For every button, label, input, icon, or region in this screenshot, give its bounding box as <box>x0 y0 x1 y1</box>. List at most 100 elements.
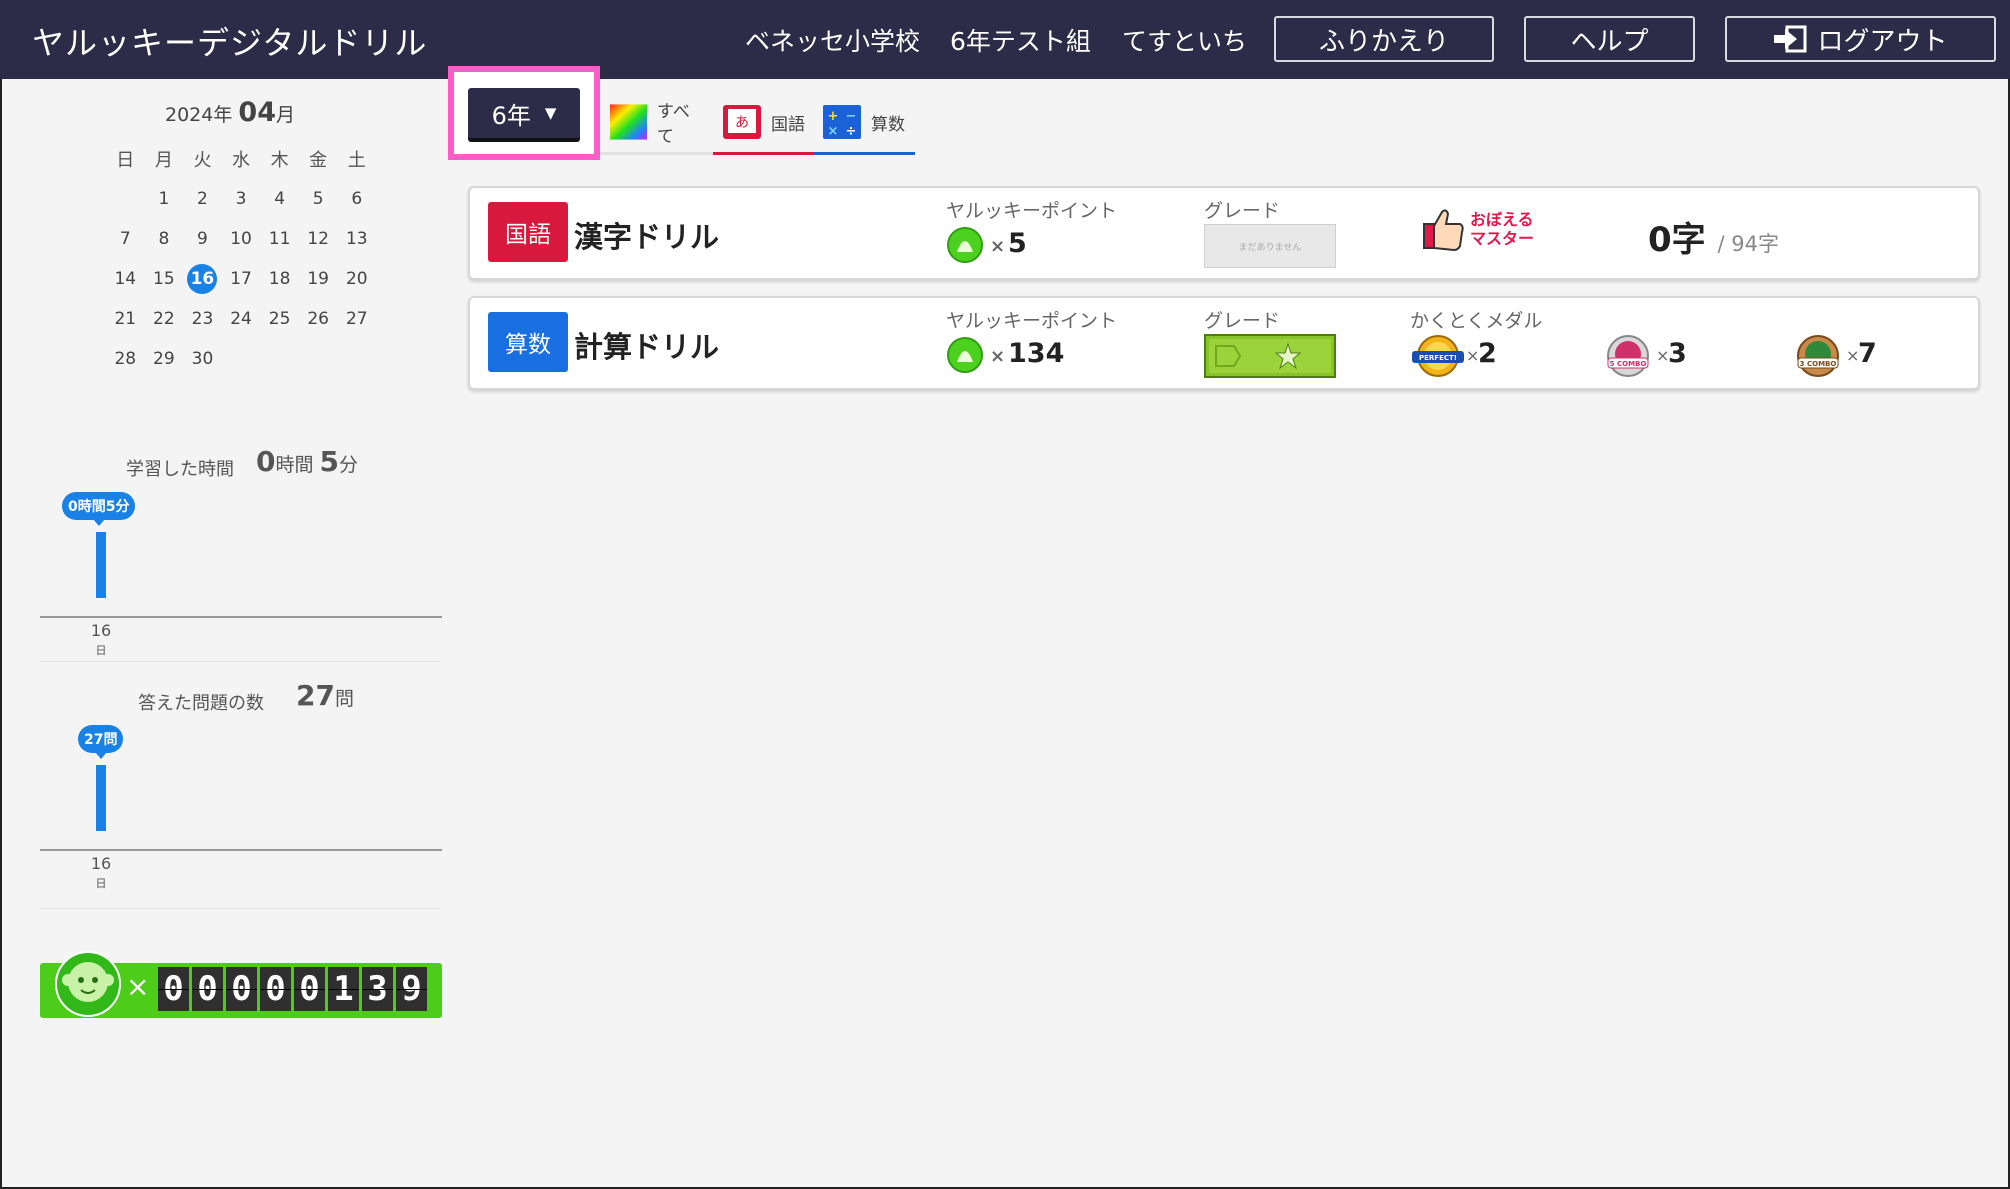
calendar-week-row: 1 2 3 4 5 6 <box>106 179 376 219</box>
study-time-minutes: 5 <box>319 445 340 478</box>
logout-button-label: ログアウト <box>1817 26 1948 57</box>
points-digit: 0 <box>260 967 291 1011</box>
kanji-total: / 94字 <box>1717 232 1779 256</box>
perfect-medal-text: PERFECT! <box>1419 354 1457 362</box>
school-name: ベネッセ小学校 <box>745 27 921 56</box>
section-divider <box>40 661 440 662</box>
perfect-medal-count: 2 <box>1478 338 1497 369</box>
points-digit: 1 <box>328 967 359 1011</box>
calendar-day-number: 15 <box>153 269 175 289</box>
yarukky-point-icon <box>947 227 983 263</box>
calendar-day-number: 6 <box>351 189 363 209</box>
calendar-day: 5 <box>299 189 338 209</box>
calendar-day-number: 8 <box>158 229 170 249</box>
calendar-day-number: 19 <box>307 269 329 289</box>
logout-button[interactable]: ログアウト <box>1725 16 1996 62</box>
answered-label: 答えた問題の数 <box>138 693 264 714</box>
review-button[interactable]: ふりかえり <box>1274 16 1494 62</box>
logout-icon <box>1774 25 1807 53</box>
calendar-day-number: 21 <box>114 309 137 329</box>
calendar-day-number: 1 <box>158 189 170 209</box>
tab-all-underline <box>600 152 713 155</box>
calculation-drill-card[interactable]: 算数 計算ドリル ヤルッキーポイント × 134 グレード かくとくメダル PE… <box>468 296 1980 390</box>
calendar-day: 30 <box>183 349 222 369</box>
study-time-hours-unit: 時間 <box>275 454 314 476</box>
calendar-day: 1 <box>145 189 184 209</box>
calendar-day: 6 <box>337 189 376 209</box>
kanji-drill-card[interactable]: 国語 漢字ドリル ヤルッキーポイント × 5 グレード まだありません おぼえる… <box>468 186 1980 280</box>
yarukky-point-icon <box>947 337 983 373</box>
calendar-week-row: 28 29 30 <box>106 339 376 379</box>
calendar-day-number: 12 <box>307 229 329 249</box>
japanese-book-icon: あ <box>723 105 761 139</box>
study-time-label: 学習した時間 <box>126 459 234 480</box>
tab-math[interactable]: + − × ÷ 算数 <box>813 86 915 158</box>
calendar-day: 23 <box>183 309 222 329</box>
study-time-bubble: 0時間5分 <box>62 492 136 526</box>
calendar-day-number: 29 <box>153 349 175 369</box>
calendar-day-number: 18 <box>268 269 291 289</box>
sidebar: 2024年 04月 日 月 火 水 木 金 土 1 2 3 4 5 6 7 8 9 10 11 12 1… <box>0 79 460 1189</box>
points-digit: 0 <box>192 967 223 1011</box>
calendar-day-number: 22 <box>153 309 175 329</box>
app-title: ヤルッキーデジタルドリル <box>32 24 428 62</box>
calendar-day-number: 5 <box>312 189 324 209</box>
points-multiplier: × <box>990 346 1006 367</box>
perfect-medal-icon: PERFECT! <box>1412 335 1464 377</box>
calendar-day: 21 <box>106 309 145 329</box>
calendar-day-number: 20 <box>345 269 368 289</box>
grade-label: グレード <box>1204 200 1281 222</box>
tab-math-label: 算数 <box>871 114 905 135</box>
tab-japanese[interactable]: あ 国語 <box>713 86 813 158</box>
study-time-day: 16 <box>90 621 112 640</box>
calendar-day-number: 11 <box>268 229 291 249</box>
kanji-count-value: 0字 <box>1648 220 1706 260</box>
calendar-weeks: 1 2 3 4 5 6 7 8 9 10 11 12 13 14 15 16 17 18 19 20 21 22 23 24 2… <box>106 179 376 379</box>
calendar-day: 4 <box>260 189 299 209</box>
calendar-week-row: 7 8 9 10 11 12 13 <box>106 219 376 259</box>
weekday-mon: 月 <box>154 150 173 171</box>
drill-name: 計算ドリル <box>574 330 720 364</box>
grade-selector-dropdown[interactable]: 6年 ▼ <box>468 88 580 142</box>
tab-japanese-underline <box>713 152 813 155</box>
calendar-day-number: 27 <box>345 309 368 329</box>
answered-value: 27問 <box>296 679 354 712</box>
points-digits: 0 0 0 0 0 1 3 9 <box>158 967 430 1011</box>
combo-3-medal-text: 3 COMBO <box>1800 360 1837 368</box>
combo-3-medal-count: 7 <box>1858 338 1877 369</box>
calendar-grid: 日 月 火 水 木 金 土 1 2 3 4 5 6 7 8 9 10 11 12 13 14 15 16 17 1… <box>106 139 376 379</box>
study-time-axis <box>40 616 442 618</box>
calendar-day-number: 2 <box>197 189 208 209</box>
rainbow-icon <box>609 104 648 140</box>
calendar-month: 04 <box>238 97 276 128</box>
study-time-day-unit: 日 <box>95 644 107 657</box>
calendar-day: 28 <box>106 349 145 369</box>
answered-bubble: 27問 <box>78 725 124 759</box>
class-name: 6年テスト組 <box>950 27 1091 56</box>
answered-day: 16 <box>90 854 112 873</box>
answered-day-unit: 日 <box>95 877 107 890</box>
help-button-label: ヘルプ <box>1570 26 1649 57</box>
calendar-day: 27 <box>337 309 376 329</box>
calendar-day-number: 10 <box>230 229 252 249</box>
calendar-day: 24 <box>222 309 261 329</box>
tab-all[interactable]: すべて <box>600 86 713 158</box>
math-symbols-icon: + − × ÷ <box>823 105 861 139</box>
study-time-bar <box>96 532 106 598</box>
answered-count: 27 <box>296 679 335 712</box>
subject-badge-math: 算数 <box>488 312 568 372</box>
user-name: てすといち <box>1122 27 1248 56</box>
calendar-day-number: 17 <box>230 269 252 289</box>
kanji-count: 0字 / 94字 <box>1648 212 1779 261</box>
calendar-day-number: 9 <box>197 229 208 249</box>
tab-math-underline <box>813 152 915 155</box>
weekday-tue: 火 <box>193 150 212 171</box>
grade-selector-value: 6年 <box>491 101 531 130</box>
points-label: ヤルッキーポイント <box>946 200 1118 222</box>
master-line1: おぼえる <box>1470 210 1534 229</box>
help-button[interactable]: ヘルプ <box>1524 16 1695 62</box>
combo-5-medal-count: 3 <box>1668 338 1687 369</box>
calendar-day-number: 3 <box>235 189 247 209</box>
answered-bar <box>96 765 106 831</box>
svg-text:÷: ÷ <box>846 124 857 139</box>
